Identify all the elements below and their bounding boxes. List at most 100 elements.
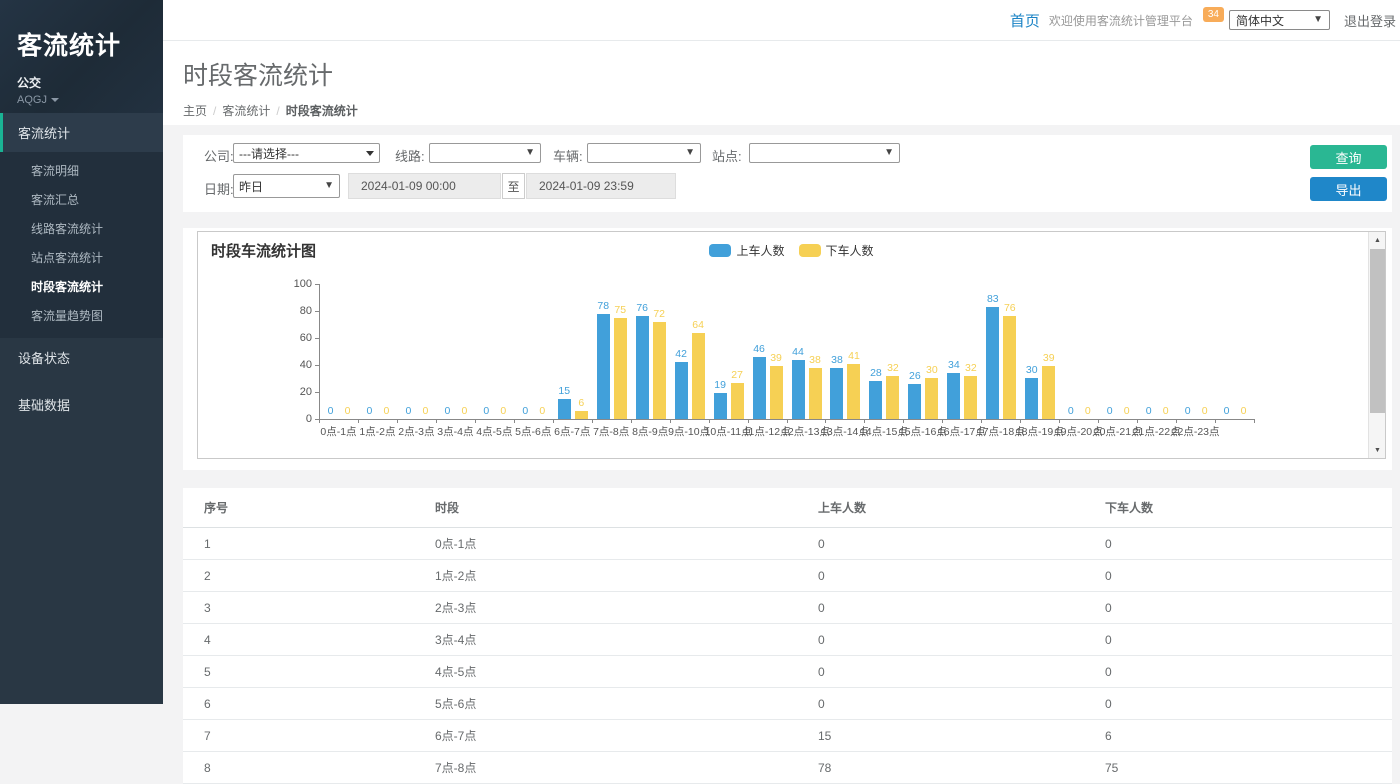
x-tick	[631, 419, 632, 423]
x-tick	[1215, 419, 1216, 423]
bar-alighting	[964, 376, 977, 419]
x-tick	[1059, 419, 1060, 423]
bar-boarding	[792, 360, 805, 419]
y-tick-label: 100	[284, 278, 312, 290]
sidebar-menu-item[interactable]: 设备状态	[0, 338, 163, 377]
vehicle-label: 车辆:	[553, 146, 583, 165]
home-link[interactable]: 首页	[1010, 10, 1040, 31]
table-cell: 1	[183, 528, 414, 560]
table-cell: 2点-3点	[414, 592, 797, 624]
table-header-cell: 上车人数	[797, 488, 1084, 528]
sidebar-submenu-item[interactable]: 客流明细	[0, 156, 163, 185]
export-button[interactable]: 导出	[1310, 177, 1387, 201]
bar-alighting	[886, 376, 899, 419]
sidebar-submenu-item[interactable]: 客流汇总	[0, 185, 163, 214]
date-to-input[interactable]: 2024-01-09 23:59	[526, 173, 676, 199]
legend-label: 上车人数	[736, 242, 784, 259]
x-tick	[709, 419, 710, 423]
table-cell: 0	[1084, 528, 1392, 560]
company-select[interactable]: ---请选择---	[233, 143, 380, 163]
table-panel: 序号时段上车人数下车人数 10点-1点0021点-2点0032点-3点0043点…	[183, 488, 1392, 784]
x-tick	[553, 419, 554, 423]
chart-scrollbar[interactable]: ▲ ▼	[1368, 232, 1385, 458]
table-row: 76点-7点156	[183, 720, 1392, 752]
y-tick	[315, 365, 319, 366]
x-tick	[1176, 419, 1177, 423]
y-tick	[315, 284, 319, 285]
sidebar-submenu: 客流明细客流汇总线路客流统计站点客流统计时段客流统计客流量趋势图	[0, 152, 163, 338]
x-tick	[787, 419, 788, 423]
sidebar-submenu-item[interactable]: 线路客流统计	[0, 214, 163, 243]
date-preset-select[interactable]: 昨日 ▼	[233, 174, 340, 198]
bar-alighting	[925, 378, 938, 419]
scroll-up-icon[interactable]: ▲	[1369, 232, 1386, 248]
bar-value-label: 27	[722, 369, 752, 381]
vehicle-select[interactable]: ▼	[587, 143, 701, 163]
bar-alighting	[575, 411, 588, 419]
date-from-input[interactable]: 2024-01-09 00:00	[348, 173, 501, 199]
x-tick	[592, 419, 593, 423]
bar-alighting	[809, 368, 822, 419]
x-tick	[1098, 419, 1099, 423]
x-tick	[1254, 419, 1255, 423]
sidebar-submenu-item[interactable]: 时段客流统计	[0, 272, 163, 301]
table-row: 10点-1点00	[183, 528, 1392, 560]
legend-label: 下车人数	[826, 242, 874, 259]
table-cell: 0	[1084, 656, 1392, 688]
table-row: 32点-3点00	[183, 592, 1392, 624]
notification-badge[interactable]: 34	[1203, 7, 1224, 22]
chart-box: 时段车流统计图 上车人数下车人数 020406080100000点-1点001点…	[197, 231, 1386, 459]
topbar: 首页 欢迎使用客流统计管理平台 34 简体中文 ▼ 退出登录	[163, 0, 1400, 41]
legend-item: 下车人数	[799, 242, 874, 259]
company-select-value: ---请选择---	[239, 145, 299, 162]
sidebar-submenu-item[interactable]: 客流量趋势图	[0, 301, 163, 330]
chevron-down-icon: ▼	[685, 148, 695, 158]
bar-alighting	[1003, 316, 1016, 419]
table-header-row: 序号时段上车人数下车人数	[183, 488, 1392, 528]
bar-boarding	[908, 384, 921, 419]
table-cell: 0	[797, 624, 1084, 656]
logout-link[interactable]: 退出登录	[1344, 11, 1396, 30]
table-row: 54点-5点00	[183, 656, 1392, 688]
breadcrumb-link[interactable]: 客流统计	[222, 104, 270, 118]
y-tick-label: 40	[284, 359, 312, 371]
page-title: 时段客流统计	[183, 56, 1400, 92]
table-cell: 0点-1点	[414, 528, 797, 560]
bar-boarding	[1025, 378, 1038, 419]
station-select[interactable]: ▼	[749, 143, 900, 163]
table-cell: 4	[183, 624, 414, 656]
table-row: 21点-2点00	[183, 560, 1392, 592]
table-cell: 1点-2点	[414, 560, 797, 592]
x-tick	[319, 419, 320, 423]
bar-alighting	[770, 366, 783, 419]
chevron-down-icon: ▼	[525, 148, 535, 158]
station-label: 站点:	[712, 146, 742, 165]
sidebar-menu-item[interactable]: 客流统计	[0, 113, 163, 152]
breadcrumb-link[interactable]: 主页	[183, 104, 207, 118]
search-button[interactable]: 查询	[1310, 145, 1387, 169]
sidebar-menu-item[interactable]: 基础数据	[0, 385, 163, 424]
x-tick	[397, 419, 398, 423]
sidebar-submenu-item[interactable]: 站点客流统计	[0, 243, 163, 272]
table-cell: 75	[1084, 752, 1392, 784]
table-cell: 7	[183, 720, 414, 752]
date-label: 日期:	[204, 179, 234, 198]
chevron-down-icon: ▼	[884, 148, 894, 158]
language-select[interactable]: 简体中文 ▼	[1229, 10, 1330, 30]
bar-boarding	[986, 307, 999, 419]
scroll-down-icon[interactable]: ▼	[1369, 442, 1386, 458]
date-to-separator: 至	[502, 173, 525, 199]
bar-value-label: 32	[956, 362, 986, 374]
x-tick	[1137, 419, 1138, 423]
bar-alighting	[692, 333, 705, 419]
bar-alighting	[1042, 366, 1055, 419]
y-axis	[319, 284, 320, 420]
user-dropdown[interactable]: AQGJ	[17, 94, 163, 106]
scrollbar-thumb[interactable]	[1370, 249, 1385, 413]
bar-alighting	[731, 383, 744, 419]
sidebar: 客流统计 公交 AQGJ 客流统计客流明细客流汇总线路客流统计站点客流统计时段客…	[0, 0, 163, 704]
line-select[interactable]: ▼	[429, 143, 541, 163]
x-tick	[1020, 419, 1021, 423]
table-cell: 0	[797, 592, 1084, 624]
x-tick	[514, 419, 515, 423]
